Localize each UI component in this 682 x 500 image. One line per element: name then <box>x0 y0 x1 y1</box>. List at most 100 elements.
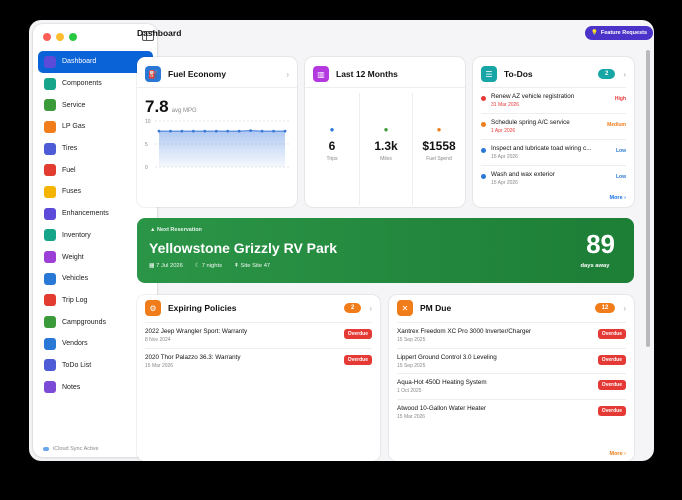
stat-trips: ● 6 Trips <box>307 125 357 162</box>
fuel-icon <box>44 164 56 177</box>
todo-title: Wash and wax exterior <box>491 171 555 178</box>
overdue-badge: Overdue <box>597 405 626 416</box>
stat-value: 1.3k <box>374 139 398 153</box>
todos-card[interactable]: ☰ To-Dos 2 › Renew AZ vehicle registrati… <box>473 57 634 207</box>
fuel-area <box>159 130 285 167</box>
sidebar-item-fuses[interactable]: Fuses <box>38 181 153 203</box>
todos-count-badge: 2 <box>597 69 616 79</box>
weight-icon <box>44 251 56 264</box>
todo-item[interactable]: Inspect and lubricate toad wiring c... 15… <box>481 139 626 164</box>
campground-name: Yellowstone Grizzly RV Park <box>149 240 338 256</box>
cloud-icon <box>43 447 49 451</box>
sidebar-item-label: Vehicles <box>62 275 89 283</box>
reservation-date-value: 7 Jul 2026 <box>156 263 183 269</box>
sidebar-item-inventory[interactable]: Inventory <box>38 225 153 247</box>
pm-due-more-link[interactable]: More › <box>609 451 626 457</box>
overdue-badge: Overdue <box>343 329 372 339</box>
zoom-window-button[interactable] <box>69 33 77 41</box>
policy-icon: ⚙ <box>145 300 161 316</box>
fuel-economy-value: 7.8 avg MPG <box>145 97 197 117</box>
box-icon <box>44 229 56 242</box>
sidebar-item-notes[interactable]: Notes <box>38 376 153 398</box>
todos-title: To-Dos <box>504 69 533 79</box>
reservation-nights: ☾ 7 nights <box>195 263 222 269</box>
scrollbar[interactable] <box>646 50 650 347</box>
sidebar-item-label: Notes <box>62 383 81 391</box>
todos-more-link[interactable]: More › <box>609 195 626 201</box>
sidebar-item-label: Dashboard <box>62 58 97 66</box>
todo-item[interactable]: Wash and wax exterior 15 Apr 2026 Low <box>481 165 626 190</box>
checklist-icon: ☰ <box>481 66 497 82</box>
row-title: Xantrex Freedom XC Pro 3000 Inverter/Cha… <box>397 328 532 335</box>
todo-item[interactable]: Renew AZ vehicle registration 31 Mar 2026… <box>481 87 626 112</box>
days-until-count: 89 <box>586 229 615 259</box>
stat-value: 6 <box>328 139 336 153</box>
chevron-right-icon: › <box>623 69 626 79</box>
map-icon: ● <box>329 125 335 134</box>
flame-icon <box>44 120 56 133</box>
tire-icon <box>44 142 56 155</box>
sidebar-item-todo-list[interactable]: ToDo List <box>38 355 153 377</box>
sidebar-item-trip-log[interactable]: Trip Log <box>38 290 153 312</box>
sidebar-item-lp-gas[interactable]: LP Gas <box>38 116 153 138</box>
stat-miles: ● 1.3k Miles <box>361 125 411 162</box>
row-title: 2020 Thor Palazzo 36.3: Warranty <box>145 353 241 361</box>
pm-due-card[interactable]: ✕ PM Due 12 › Xantrex Freedom XC Pro 300… <box>389 295 634 461</box>
sync-status: iCloud Sync Active <box>43 446 99 452</box>
sidebar-item-vendors[interactable]: Vendors <box>38 333 153 355</box>
last-12-months-card[interactable]: ▥ Last 12 Months ● 6 Trips ● 1.3k Miles ● $1558… <box>305 57 465 207</box>
todo-priority: Low <box>616 148 626 154</box>
sidebar-item-label: Weight <box>62 253 84 261</box>
sidebar-item-enhancements[interactable]: Enhancements <box>38 203 153 225</box>
sidebar-item-service[interactable]: Service <box>38 94 153 116</box>
reservation-details: ▦ 7 Jul 2026 ☾ 7 nights ⇞ Site Site 47 <box>149 263 270 269</box>
app-window: Dashboard Components Service LP Gas Tires Fue… <box>29 20 654 461</box>
row-title: Lippert Ground Control 3.0 Leveling <box>397 353 497 361</box>
todo-title: Schedule spring A/C service <box>491 119 570 126</box>
policies-row[interactable]: 2022 Jeep Wrangler Sport: Warranty 8 Nov … <box>145 322 372 347</box>
y-tick-label: 5 <box>145 142 148 148</box>
todo-date: 1 Apr 2026 <box>491 128 516 134</box>
row-date: 1 Oct 2025 <box>397 388 422 394</box>
pm_due-row[interactable]: Xantrex Freedom XC Pro 3000 Inverter/Cha… <box>397 322 626 347</box>
priority-dot-icon <box>481 174 486 179</box>
todo-title: Inspect and lubricate toad wiring c... <box>491 145 592 152</box>
next-reservation-heading: ▲ Next Reservation <box>150 227 202 233</box>
checklist-icon <box>44 359 56 372</box>
row-date: 8 Nov 2024 <box>145 337 171 343</box>
components-icon <box>44 77 56 90</box>
feature-requests-button[interactable]: 💡 Feature Requests <box>585 26 654 40</box>
pm_due-row[interactable]: Aqua-Hot 450D Heating System 1 Oct 2025 Ov… <box>397 373 626 398</box>
fuel-point <box>272 129 275 133</box>
todo-date: 15 Apr 2026 <box>491 180 518 186</box>
stat-label: Fuel Spend <box>426 156 452 162</box>
sidebar-item-vehicles[interactable]: Vehicles <box>38 268 153 290</box>
expiring-policies-title: Expiring Policies <box>168 303 237 313</box>
days-away-label: days away <box>580 263 610 269</box>
mpg-unit: avg MPG <box>171 108 197 114</box>
pm-due-more-label: More <box>609 451 623 457</box>
policies-row[interactable]: 2020 Thor Palazzo 36.3: Warranty 15 Mar 2… <box>145 347 372 373</box>
fuel-economy-card[interactable]: ⛽ Fuel Economy › 7.8 avg MPG 10 5 0 <box>137 57 297 207</box>
pm_due-row[interactable]: Lippert Ground Control 3.0 Leveling 15 Se… <box>397 347 626 373</box>
sidebar-item-weight[interactable]: Weight <box>38 246 153 268</box>
todo-title: Renew AZ vehicle registration <box>491 93 575 100</box>
fuel-point <box>283 129 287 133</box>
mpg-value: 7.8 <box>145 97 169 116</box>
chevron-right-icon: › <box>623 303 626 313</box>
close-window-button[interactable] <box>43 33 51 41</box>
sidebar-item-campgrounds[interactable]: Campgrounds <box>38 311 153 333</box>
pm_due-row[interactable]: Atwood 10-Gallon Water Heater 15 Mar 2026… <box>397 398 626 424</box>
sidebar-item-label: Inventory <box>62 231 91 239</box>
sidebar-item-dashboard[interactable]: Dashboard <box>38 51 153 73</box>
sidebar-item-label: LP Gas <box>62 123 86 131</box>
sidebar-item-components[interactable]: Components <box>38 73 153 95</box>
overdue-badge: Overdue <box>597 380 626 390</box>
y-tick-label: 10 <box>145 119 151 125</box>
todo-item[interactable]: Schedule spring A/C service 1 Apr 2026 Med… <box>481 113 626 138</box>
expiring-policies-card[interactable]: ⚙ Expiring Policies 2 › 2022 Jeep Wrangl… <box>137 295 380 461</box>
minimize-window-button[interactable] <box>56 33 64 41</box>
sidebar-item-tires[interactable]: Tires <box>38 138 153 160</box>
next-reservation-banner[interactable]: ▲ Next Reservation Yellowstone Grizzly R… <box>137 218 634 283</box>
sidebar-item-fuel[interactable]: Fuel <box>38 159 153 181</box>
